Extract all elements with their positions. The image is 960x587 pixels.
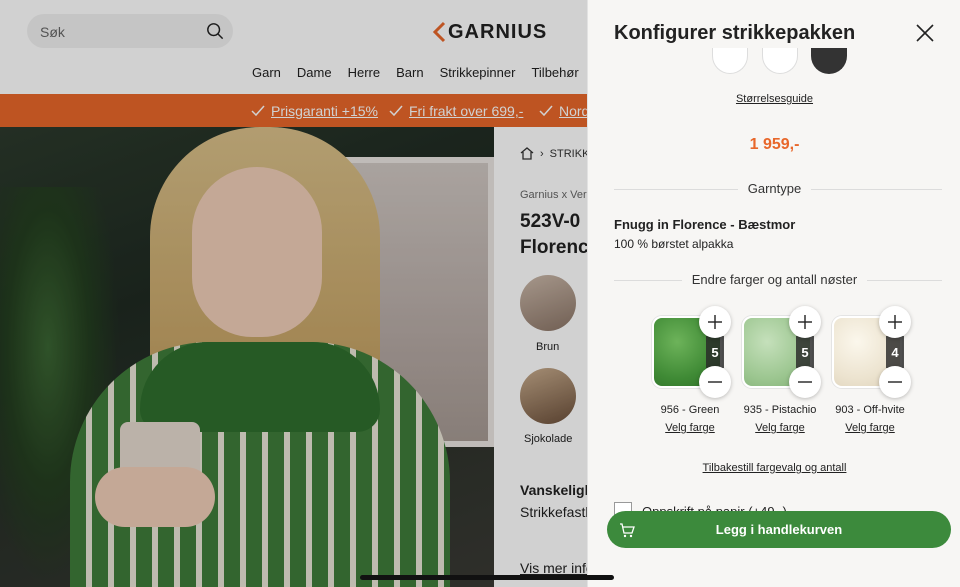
cart-icon — [620, 523, 635, 538]
modal-backdrop[interactable] — [0, 0, 587, 587]
color-caption: 903 - Off-hvite — [835, 404, 905, 416]
color-caption: 935 - Pistachio — [743, 404, 817, 416]
add-to-cart-button[interactable]: Legg i handlekurven — [607, 511, 951, 548]
decrease-button[interactable] — [789, 366, 821, 398]
size-option[interactable] — [712, 48, 748, 74]
price: 1 959,- — [749, 136, 800, 153]
configurator-panel: Konfigurer strikkepakken Størrelsesguide… — [587, 0, 960, 587]
close-icon[interactable] — [914, 22, 936, 44]
quantity-badge: 4 — [886, 336, 904, 368]
size-option[interactable] — [811, 48, 847, 74]
add-to-cart-label: Legg i handlekurven — [715, 522, 843, 537]
colors-label: Endre farger og antall nøster — [588, 272, 960, 287]
decrease-button[interactable] — [699, 366, 731, 398]
yarn-name: Fnugg in Florence - Bæstmor — [614, 217, 796, 232]
minus-icon — [708, 381, 722, 383]
plus-icon — [708, 315, 722, 329]
quantity-badge: 5 — [796, 336, 814, 368]
increase-button[interactable] — [699, 306, 731, 338]
home-indicator — [360, 575, 614, 580]
choose-color-link[interactable]: Velg farge — [732, 422, 828, 434]
size-guide-link[interactable]: Størrelsesguide — [588, 93, 960, 105]
panel-title: Konfigurer strikkepakken — [614, 22, 856, 44]
choose-color-link[interactable]: Velg farge — [822, 422, 918, 434]
plus-icon — [798, 315, 812, 329]
minus-icon — [798, 381, 812, 383]
minus-icon — [888, 381, 902, 383]
yarn-type-label: Garntype — [588, 181, 960, 196]
increase-button[interactable] — [879, 306, 911, 338]
yarn-description: 100 % børstet alpakka — [614, 237, 734, 251]
choose-color-link[interactable]: Velg farge — [642, 422, 738, 434]
color-caption: 956 - Green — [660, 404, 720, 416]
size-option[interactable] — [762, 48, 798, 74]
increase-button[interactable] — [789, 306, 821, 338]
reset-colors-link[interactable]: Tilbakestill fargevalg og antall — [588, 462, 960, 474]
decrease-button[interactable] — [879, 366, 911, 398]
plus-icon — [888, 315, 902, 329]
quantity-badge: 5 — [706, 336, 724, 368]
